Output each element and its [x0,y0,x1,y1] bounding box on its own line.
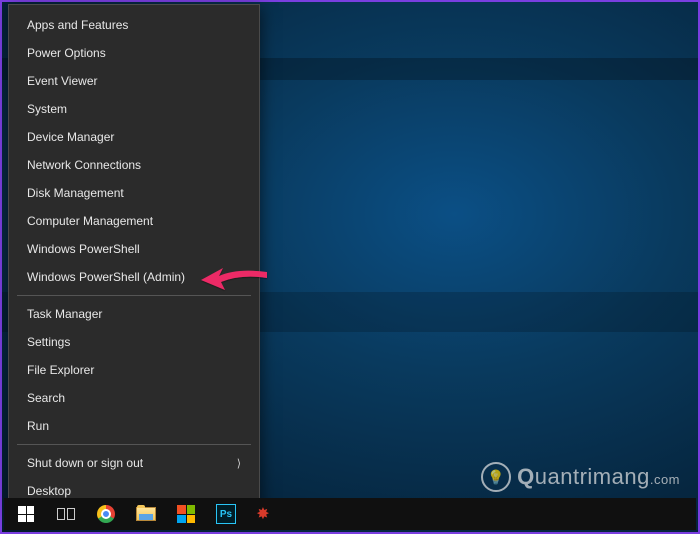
windows-logo-icon [18,506,34,522]
app-icon: ✸ [254,505,272,523]
task-view-icon [57,507,75,521]
watermark-suffix: .com [650,472,680,487]
photoshop-icon: Ps [216,504,236,524]
menu-label: Task Manager [27,307,102,321]
menu-label: Apps and Features [27,18,128,32]
taskbar-app-chrome[interactable] [86,498,126,530]
desktop: Apps and Features Power Options Event Vi… [0,0,700,534]
menu-label: Disk Management [27,186,124,200]
watermark-rest: uantrimang [535,464,650,489]
menu-label: Windows PowerShell (Admin) [27,270,185,284]
taskbar-app-other[interactable]: ✸ [246,498,280,530]
menu-item-shut-down-or-sign-out[interactable]: Shut down or sign out ⟩ [9,449,259,477]
menu-item-task-manager[interactable]: Task Manager [9,300,259,328]
menu-item-power-options[interactable]: Power Options [9,39,259,67]
menu-separator [17,295,251,296]
menu-label: Shut down or sign out [27,456,143,470]
menu-label: Settings [27,335,70,349]
menu-item-run[interactable]: Run [9,412,259,440]
menu-item-event-viewer[interactable]: Event Viewer [9,67,259,95]
watermark: 💡 Quantrimang.com [481,462,680,492]
watermark-text: Quantrimang.com [517,464,680,490]
taskbar-app-store[interactable] [166,498,206,530]
menu-item-file-explorer[interactable]: File Explorer [9,356,259,384]
chevron-right-icon: ⟩ [237,457,241,470]
task-view-button[interactable] [46,498,86,530]
start-button[interactable] [6,498,46,530]
menu-label: Search [27,391,65,405]
menu-label: Network Connections [27,158,141,172]
taskbar-app-file-explorer[interactable] [126,498,166,530]
watermark-q: Q [517,464,535,489]
menu-item-system[interactable]: System [9,95,259,123]
menu-item-settings[interactable]: Settings [9,328,259,356]
menu-item-search[interactable]: Search [9,384,259,412]
winx-context-menu: Apps and Features Power Options Event Vi… [8,4,260,512]
taskbar: Ps ✸ [4,498,696,530]
menu-item-windows-powershell-admin[interactable]: Windows PowerShell (Admin) [9,263,259,291]
menu-item-computer-management[interactable]: Computer Management [9,207,259,235]
chrome-icon [97,505,115,523]
menu-separator [17,444,251,445]
menu-label: Device Manager [27,130,114,144]
taskbar-app-photoshop[interactable]: Ps [206,498,246,530]
menu-label: Run [27,419,49,433]
lightbulb-icon: 💡 [481,462,511,492]
menu-item-network-connections[interactable]: Network Connections [9,151,259,179]
menu-item-disk-management[interactable]: Disk Management [9,179,259,207]
menu-item-device-manager[interactable]: Device Manager [9,123,259,151]
store-icon [177,505,195,523]
menu-label: Windows PowerShell [27,242,140,256]
file-explorer-icon [136,507,156,521]
menu-item-apps-and-features[interactable]: Apps and Features [9,11,259,39]
menu-label: Computer Management [27,214,153,228]
menu-label: Event Viewer [27,74,97,88]
menu-label: Power Options [27,46,106,60]
menu-label: File Explorer [27,363,94,377]
menu-label: Desktop [27,484,71,498]
menu-label: System [27,102,67,116]
menu-item-windows-powershell[interactable]: Windows PowerShell [9,235,259,263]
